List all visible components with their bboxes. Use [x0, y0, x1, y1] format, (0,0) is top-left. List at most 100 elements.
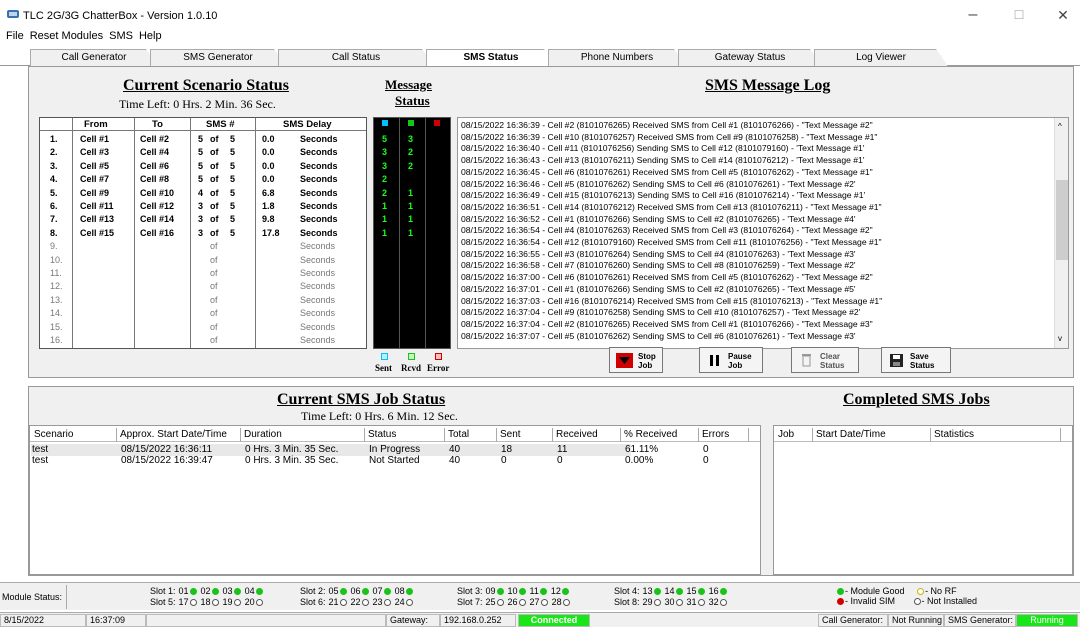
completed-jobs-table[interactable]: Job Start Date/Time Statistics — [773, 425, 1073, 575]
job-status-title: Current SMS Job Status — [277, 391, 446, 408]
scroll-up-icon[interactable]: ^ — [1058, 122, 1062, 131]
header-sms-delay: SMS Delay — [283, 119, 332, 130]
module-number: 30 — [664, 597, 675, 607]
module-good-icon — [339, 588, 347, 596]
tab-gateway-status[interactable]: Gateway Status — [678, 49, 822, 66]
tab-bar: Call Generator SMS Generator Call Status… — [0, 46, 1080, 66]
scroll-thumb[interactable] — [1056, 180, 1068, 260]
scroll-down-icon[interactable]: v — [1058, 334, 1062, 343]
scenario-n: 1. — [50, 134, 58, 144]
log-line: 08/15/2022 16:36:58 - Cell #7 (810107626… — [461, 260, 856, 271]
log-line: 08/15/2022 16:36:54 - Cell #12 (81010791… — [461, 237, 882, 247]
module-number: 16 — [708, 586, 719, 596]
menu-bar: File Reset Modules SMS Help — [0, 30, 1080, 44]
save-status-button[interactable]: Save Status — [881, 347, 951, 373]
menu-reset-modules[interactable]: Reset Modules — [30, 30, 103, 42]
log-scrollbar[interactable]: ^ v — [1054, 118, 1068, 348]
scenario-to: Cell #8 — [140, 174, 170, 185]
module-number: 19 — [222, 597, 233, 607]
module-number: 11 — [529, 586, 539, 596]
module-not-installed-icon — [383, 599, 391, 607]
scenario-b: 5 — [230, 134, 236, 144]
job-cell: 40 — [449, 444, 461, 455]
module-number: 27 — [529, 597, 540, 607]
job-header-1[interactable]: Approx. Start Date/Time — [120, 429, 227, 440]
trash-icon — [802, 354, 811, 367]
save-status-label: Status — [910, 361, 935, 370]
tab-phone-numbers[interactable]: Phone Numbers — [548, 49, 686, 66]
tab-sms-generator[interactable]: SMS Generator — [150, 49, 286, 66]
job-header-6[interactable]: Received — [556, 429, 598, 440]
log-line: 08/15/2022 16:36:40 - Cell #11 (81010762… — [461, 143, 865, 154]
tab-call-status[interactable]: Call Status — [278, 49, 434, 66]
close-button[interactable]: ✕ — [1048, 6, 1078, 26]
module-number: 03 — [222, 586, 233, 596]
module-number: 13 — [642, 586, 653, 596]
scenario-row: 13. of Seconds — [40, 295, 366, 307]
rcvd-count: 1 — [408, 227, 414, 238]
module-good-icon — [675, 588, 683, 596]
job-status-table[interactable]: Scenario Approx. Start Date/Time Duration S… — [29, 425, 761, 575]
menu-file[interactable]: File — [6, 30, 24, 42]
job-header-7[interactable]: % Received — [624, 429, 677, 440]
legend-error: Error — [427, 363, 450, 373]
menu-help[interactable]: Help — [139, 30, 162, 42]
header-statistics[interactable]: Statistics — [934, 429, 974, 440]
smsgen-state: Running — [1016, 614, 1078, 627]
scenario-to: Cell #12 — [140, 201, 175, 211]
scenario-unit: Seconds — [300, 335, 336, 345]
gateway-label: Gateway: — [386, 614, 440, 627]
legend-invalid-sim: - Invalid SIM — [845, 596, 896, 606]
module-good-icon — [189, 588, 197, 596]
job-cell: 0 — [703, 444, 709, 455]
job-header-3[interactable]: Status — [368, 429, 396, 440]
scenario-delay: 17.8 — [262, 227, 280, 238]
job-header-2[interactable]: Duration — [244, 429, 282, 440]
job-header-4[interactable]: Total — [448, 429, 469, 440]
job-header-8[interactable]: Errors — [702, 429, 729, 440]
header-from: From — [84, 119, 108, 130]
tab-log-viewer[interactable]: Log Viewer — [814, 49, 948, 66]
menu-sms[interactable]: SMS — [109, 30, 133, 42]
scenario-to: Cell #10 — [140, 187, 175, 198]
header-job[interactable]: Job — [778, 429, 794, 440]
stop-job-button[interactable]: Stop Job — [609, 347, 663, 373]
module-number: 20 — [244, 597, 255, 607]
clear-label: Clear — [820, 352, 841, 361]
rcvd-count: 1 — [408, 214, 414, 225]
module-good-icon — [653, 588, 661, 596]
tab-sms-status[interactable]: SMS Status — [426, 49, 556, 67]
module-good-icon — [233, 588, 241, 596]
slot-label: Slot 2: — [300, 586, 326, 596]
tab-call-generator[interactable]: Call Generator — [30, 49, 158, 66]
module-not-installed-icon — [361, 599, 369, 607]
scenario-unit: Seconds — [300, 134, 338, 144]
log-line: 08/15/2022 16:36:49 - Cell #15 (81010762… — [461, 190, 866, 201]
clear-status-button[interactable]: Clear Status — [791, 347, 859, 373]
job-row[interactable]: test 08/15/2022 16:39:47 0 Hrs. 3 Min. 35 … — [31, 455, 709, 467]
pause-job-button[interactable]: Pause Job — [699, 347, 763, 373]
job-cell: 0 — [703, 455, 709, 466]
scenario-to: Cell #14 — [140, 214, 175, 225]
job-header-5[interactable]: Sent — [500, 429, 521, 440]
scenario-n: 6. — [50, 201, 58, 211]
job-cell: 0.00% — [625, 455, 654, 466]
header-start-date[interactable]: Start Date/Time — [816, 429, 886, 440]
job-header-0[interactable]: Scenario — [34, 429, 73, 440]
scenario-n: 3. — [50, 160, 58, 171]
module-status-bar: Module Status: Slot 1: 01 02 03 04 Slot 5: 17 1… — [0, 582, 1080, 610]
scenario-unit: Seconds — [300, 241, 336, 252]
sms-message-log[interactable]: 08/15/2022 16:36:39 - Cell #2 (810107626… — [457, 117, 1069, 349]
minimize-button[interactable]: – — [958, 6, 988, 26]
message-status-grid: 5 3 3 2 3 2 2 2 1 1 1 1 1 1 1 — [373, 117, 451, 349]
maximize-button[interactable]: ☐ — [1004, 6, 1034, 26]
module-number: 10 — [507, 586, 518, 596]
scenario-delay: 1.8 — [262, 201, 275, 211]
scenario-n: 9. — [50, 241, 58, 252]
module-good-icon — [383, 588, 391, 596]
scenario-from: Cell #7 — [80, 174, 110, 185]
log-line: 08/15/2022 16:37:04 - Cell #9 (810107625… — [461, 307, 861, 318]
scenario-from: Cell #11 — [80, 201, 114, 211]
rcvd-count: 2 — [408, 147, 414, 158]
scenario-of: of — [210, 308, 218, 319]
